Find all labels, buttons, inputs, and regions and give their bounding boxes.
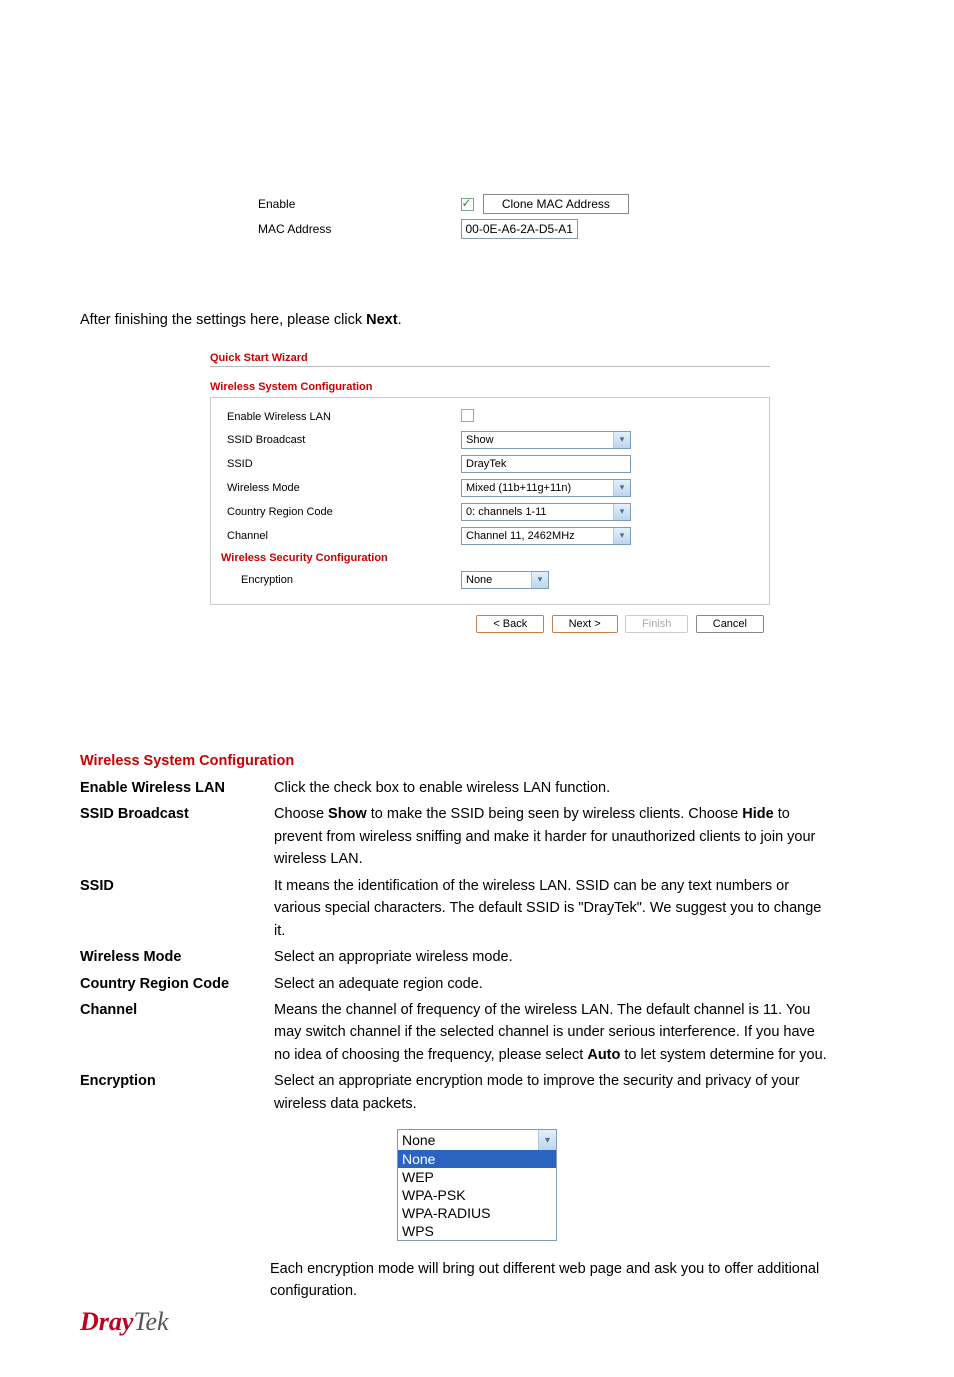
finish-button: Finish — [625, 615, 688, 633]
chevron-down-icon: ▾ — [613, 528, 630, 544]
def-name: Wireless Mode — [80, 946, 270, 968]
channel-label: Channel — [221, 530, 461, 542]
def-name: Encryption — [80, 1070, 270, 1092]
wireless-mode-select[interactable]: Mixed (11b+11g+11n) ▾ — [461, 479, 631, 497]
mac-address-input[interactable]: 00-0E-A6-2A-D5-A1 — [461, 219, 578, 239]
encryption-label: Encryption — [221, 574, 461, 586]
enable-wlan-label: Enable Wireless LAN — [221, 411, 461, 423]
chevron-down-icon: ▾ — [538, 1130, 556, 1150]
def-desc: Means the channel of frequency of the wi… — [274, 999, 834, 1066]
qsw-title: Quick Start Wizard — [210, 346, 770, 366]
ssid-broadcast-select[interactable]: Show ▾ — [461, 431, 631, 449]
ssid-input[interactable]: DrayTek — [461, 455, 631, 473]
encryption-dropdown-expanded[interactable]: None ▾ None WEP WPA-PSK WPA-RADIUS WPS — [397, 1129, 557, 1241]
wireless-system-config-section: Wireless System Configuration — [80, 753, 874, 769]
encryption-option-wps[interactable]: WPS — [398, 1222, 556, 1240]
def-wireless-mode: Wireless Mode Select an appropriate wire… — [80, 946, 874, 968]
ssid-broadcast-label: SSID Broadcast — [221, 434, 461, 446]
logo-dray: Dray — [80, 1307, 133, 1336]
def-ssid-broadcast: SSID Broadcast Choose Show to make the S… — [80, 803, 874, 870]
def-desc: Select an appropriate wireless mode. — [274, 946, 834, 968]
quick-start-wizard-panel: Quick Start Wizard Wireless System Confi… — [210, 346, 770, 633]
cancel-button[interactable]: Cancel — [696, 615, 764, 633]
encryption-dd-value: None — [398, 1130, 538, 1150]
wizard-button-row: < Back Next > Finish Cancel — [210, 605, 770, 633]
encryption-note: Each encryption mode will bring out diff… — [80, 1259, 874, 1303]
channel-value: Channel 11, 2462MHz — [462, 530, 613, 542]
def-desc: Click the check box to enable wireless L… — [274, 777, 834, 799]
encryption-select[interactable]: None ▾ — [461, 571, 549, 589]
draytek-logo: DrayTek — [80, 1307, 169, 1337]
chevron-down-icon: ▾ — [613, 432, 630, 448]
mac-address-label: MAC Address — [258, 222, 331, 236]
wireless-mode-label: Wireless Mode — [221, 482, 461, 494]
wireless-mode-value: Mixed (11b+11g+11n) — [462, 482, 613, 494]
def-channel: Channel Means the channel of frequency o… — [80, 999, 874, 1066]
country-region-value: 0: channels 1-11 — [462, 506, 613, 518]
def-desc: It means the identification of the wirel… — [274, 875, 834, 942]
enable-label: Enable — [258, 197, 295, 211]
clone-mac-panel: Enable Clone MAC Address MAC Address 00-… — [252, 190, 702, 240]
wireless-security-config-header: Wireless Security Configuration — [221, 548, 759, 568]
wireless-system-config-header: Wireless System Configuration — [210, 377, 770, 397]
clone-mac-button[interactable]: Clone MAC Address — [483, 194, 629, 214]
def-enable-wlan: Enable Wireless LAN Click the check box … — [80, 777, 874, 799]
encryption-option-wpa-psk[interactable]: WPA-PSK — [398, 1186, 556, 1204]
chevron-down-icon: ▾ — [613, 480, 630, 496]
def-name: Country Region Code — [80, 973, 270, 995]
country-region-select[interactable]: 0: channels 1-11 ▾ — [461, 503, 631, 521]
def-encryption: Encryption Select an appropriate encrypt… — [80, 1070, 874, 1115]
def-desc: Select an appropriate encryption mode to… — [274, 1070, 834, 1115]
def-country-region: Country Region Code Select an adequate r… — [80, 973, 874, 995]
enable-clone-checkbox[interactable] — [461, 198, 474, 211]
def-desc: Select an adequate region code. — [274, 973, 834, 995]
channel-select[interactable]: Channel 11, 2462MHz ▾ — [461, 527, 631, 545]
chevron-down-icon: ▾ — [613, 504, 630, 520]
logo-tek: Tek — [133, 1307, 168, 1336]
enable-wlan-checkbox[interactable] — [461, 409, 474, 422]
encryption-option-wep[interactable]: WEP — [398, 1168, 556, 1186]
divider — [210, 366, 770, 367]
ssid-broadcast-value: Show — [462, 434, 613, 446]
def-name: Enable Wireless LAN — [80, 777, 270, 799]
next-button[interactable]: Next > — [552, 615, 618, 633]
def-desc: Choose Show to make the SSID being seen … — [274, 803, 834, 870]
def-name: SSID Broadcast — [80, 803, 270, 825]
encryption-option-wpa-radius[interactable]: WPA-RADIUS — [398, 1204, 556, 1222]
instruction-next: After finishing the settings here, pleas… — [80, 310, 874, 332]
encryption-value: None — [462, 574, 531, 586]
ssid-label: SSID — [221, 458, 461, 470]
back-button[interactable]: < Back — [476, 615, 544, 633]
def-name: Channel — [80, 999, 270, 1021]
encryption-option-none[interactable]: None — [398, 1150, 556, 1168]
def-name: SSID — [80, 875, 270, 897]
config-table: Enable Wireless LAN SSID Broadcast Show … — [210, 397, 770, 605]
def-ssid: SSID It means the identification of the … — [80, 875, 874, 942]
chevron-down-icon: ▾ — [531, 572, 548, 588]
country-region-label: Country Region Code — [221, 506, 461, 518]
